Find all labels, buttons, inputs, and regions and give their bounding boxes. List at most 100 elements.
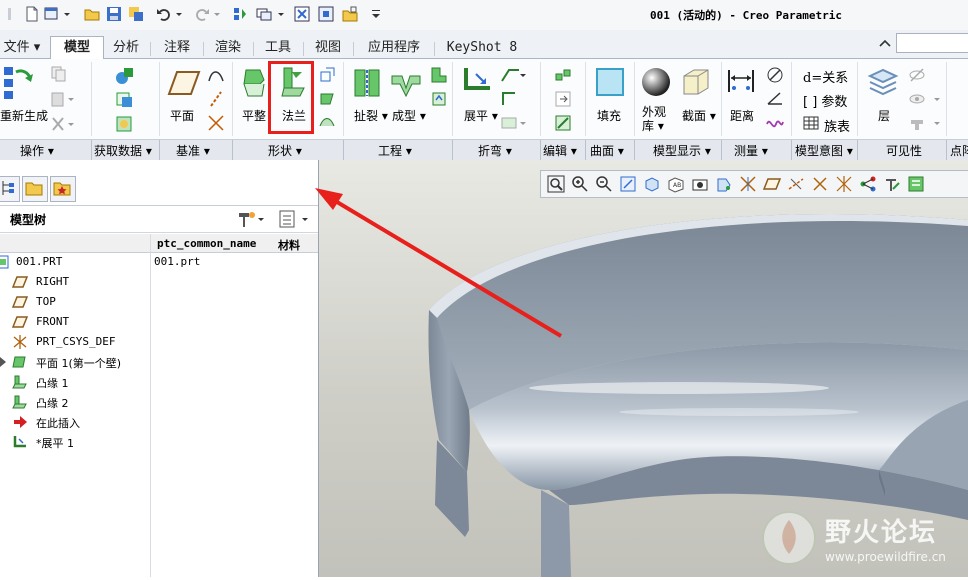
tree-row-insert-here[interactable]: 在此插入 — [0, 412, 318, 432]
tab-analysis[interactable]: 分析 — [106, 38, 146, 58]
edit-arrow-icon[interactable] — [554, 90, 572, 108]
parameters-button[interactable]: [ ] 参数 — [803, 91, 847, 110]
repaint-icon[interactable] — [619, 175, 637, 193]
zoom-out-icon[interactable] — [595, 175, 613, 193]
family-table-button[interactable]: 族表 — [824, 116, 850, 135]
extrude-wall-icon[interactable] — [318, 66, 336, 84]
group-model-display[interactable]: 模型显示 ▾ — [653, 142, 711, 159]
curve-analysis-icon[interactable] — [766, 114, 784, 132]
display-style-icon[interactable] — [643, 175, 661, 193]
tree-settings-icon[interactable] — [236, 209, 266, 229]
chevron-down-icon[interactable] — [276, 6, 286, 22]
group-datum[interactable]: 基准 ▾ — [176, 142, 210, 159]
group-measure[interactable]: 测量 ▾ — [734, 142, 768, 159]
delete-icon[interactable] — [50, 115, 76, 133]
redo-icon[interactable] — [194, 6, 210, 22]
chevron-down-icon[interactable] — [212, 6, 222, 22]
area-icon[interactable] — [766, 90, 784, 108]
flat-button[interactable]: 平整 — [242, 107, 266, 124]
hide-icon[interactable] — [908, 66, 926, 84]
regenerate-small-icon[interactable] — [232, 6, 248, 22]
windows-icon[interactable] — [256, 6, 272, 22]
spin-center-display-icon[interactable] — [859, 175, 877, 193]
plane-button[interactable]: 平面 — [170, 107, 194, 124]
tree-row-flange-2[interactable]: 凸缘 2 — [0, 392, 318, 412]
search-input[interactable] — [896, 33, 968, 53]
spin-center-icon[interactable] — [739, 175, 757, 193]
chevron-down-icon[interactable] — [62, 6, 72, 22]
undo-icon[interactable] — [156, 6, 172, 22]
datum-point-icon[interactable] — [207, 114, 225, 132]
group-visibility[interactable]: 可见性 — [886, 142, 922, 159]
tab-folder-browser[interactable] — [22, 176, 48, 202]
customize-toolbar-icon[interactable] — [370, 6, 382, 22]
new-file-icon[interactable] — [24, 6, 40, 22]
section-button[interactable]: 截面 ▾ — [682, 107, 716, 124]
axis-display-icon[interactable] — [787, 175, 805, 193]
note-display-icon[interactable] — [907, 175, 925, 193]
bend-icon[interactable] — [500, 66, 528, 84]
angle-icon[interactable] — [766, 66, 784, 84]
group-shapes[interactable]: 形状 ▾ — [268, 142, 302, 159]
group-model-intent[interactable]: 模型意图 ▾ — [795, 142, 853, 159]
unbend-icon[interactable] — [462, 64, 494, 100]
saved-views-icon[interactable]: AB — [667, 175, 685, 193]
window-select-icon[interactable] — [318, 6, 334, 22]
section-icon[interactable] — [680, 66, 712, 98]
csys-display-icon[interactable] — [835, 175, 853, 193]
tree-row-right[interactable]: RIGHT — [0, 272, 318, 292]
form-icon[interactable] — [390, 66, 422, 100]
datum-plane-icon[interactable] — [167, 68, 201, 98]
datum-curve-icon[interactable] — [207, 66, 225, 84]
tab-keyshot[interactable]: KeyShot 8 — [438, 38, 526, 58]
expand-arrow-icon[interactable] — [0, 357, 6, 367]
column-common-name[interactable]: ptc_common_name — [157, 237, 256, 250]
tab-file[interactable]: 文件 ▾ — [0, 38, 44, 58]
flat-wall-icon[interactable] — [240, 64, 268, 100]
collapse-ribbon-icon[interactable] — [878, 38, 892, 48]
distance-button[interactable]: 距离 — [730, 107, 754, 124]
chevron-down-icon[interactable] — [174, 6, 184, 22]
regenerate-icon[interactable] — [2, 64, 36, 100]
point-display-icon[interactable] — [811, 175, 829, 193]
tab-applications[interactable]: 应用程序 — [358, 38, 430, 58]
revolve-wall-icon[interactable] — [318, 90, 336, 108]
tab-render[interactable]: 渲染 — [207, 38, 249, 58]
zoom-in-icon[interactable] — [571, 175, 589, 193]
save-as-icon[interactable] — [128, 6, 144, 22]
rip-icon[interactable] — [352, 66, 382, 100]
fill-icon[interactable] — [594, 66, 626, 98]
column-material[interactable]: 材料 — [278, 237, 300, 253]
graphics-viewport[interactable]: 野火论坛 www.proewildfire.cn — [315, 160, 968, 577]
show-icon[interactable] — [908, 90, 942, 108]
copy-geometry-icon[interactable] — [114, 90, 136, 110]
tree-row-unbend[interactable]: *展平 1 — [0, 432, 318, 452]
open-folder-icon[interactable] — [84, 6, 100, 22]
copy-icon[interactable] — [50, 65, 68, 83]
paste-icon[interactable] — [50, 90, 76, 108]
status-icon[interactable] — [908, 114, 942, 132]
refit-icon[interactable] — [547, 175, 565, 193]
group-lattice[interactable]: 点阵 — [950, 142, 968, 159]
group-operations[interactable]: 操作 ▾ — [20, 142, 54, 159]
annotation-display-icon[interactable] — [883, 175, 901, 193]
folder-lock-icon[interactable] — [342, 6, 358, 22]
datum-axis-icon[interactable] — [207, 90, 225, 108]
tree-row-csys[interactable]: PRT_CSYS_DEF — [0, 332, 318, 352]
layer-icon[interactable] — [866, 68, 900, 98]
corner-relief-icon[interactable] — [430, 66, 448, 84]
group-get-data[interactable]: 获取数据 ▾ — [94, 142, 152, 159]
appearance-gallery-icon[interactable] — [640, 66, 672, 98]
tab-model[interactable]: 模型 — [50, 36, 104, 60]
save-icon[interactable] — [106, 6, 122, 22]
tree-row-top[interactable]: TOP — [0, 292, 318, 312]
bend-back-icon[interactable] — [500, 90, 518, 108]
tab-view[interactable]: 视图 — [307, 38, 349, 58]
close-window-icon[interactable] — [294, 6, 310, 22]
tab-model-tree[interactable] — [0, 176, 20, 202]
tree-row-front[interactable]: FRONT — [0, 312, 318, 332]
regenerate-button[interactable]: 重新生成 — [0, 107, 48, 124]
shrinkwrap-icon[interactable] — [114, 114, 136, 134]
tree-row-flange-1[interactable]: 凸缘 1 — [0, 372, 318, 392]
fill-button[interactable]: 填充 — [597, 107, 621, 124]
